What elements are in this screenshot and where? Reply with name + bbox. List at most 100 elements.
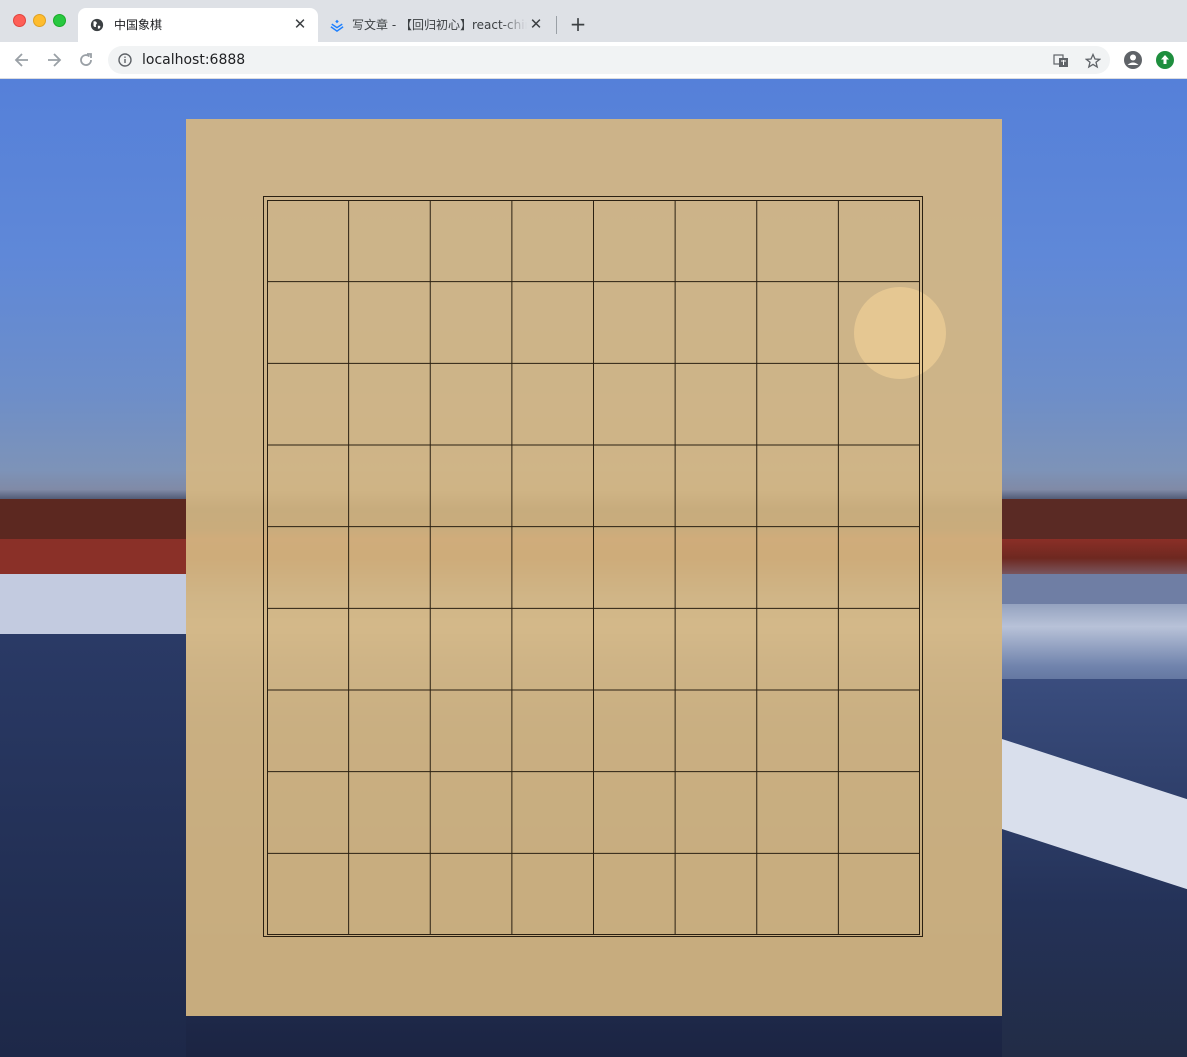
board-cell[interactable] bbox=[512, 200, 594, 282]
board-cell[interactable] bbox=[675, 282, 757, 364]
window-minimize-button[interactable] bbox=[33, 14, 46, 27]
board-cell[interactable] bbox=[838, 527, 920, 609]
board-cell[interactable] bbox=[512, 527, 594, 609]
bookmark-star-icon[interactable] bbox=[1085, 53, 1101, 69]
new-tab-button[interactable]: + bbox=[568, 14, 588, 34]
board-cell[interactable] bbox=[838, 608, 920, 690]
window-zoom-button[interactable] bbox=[53, 14, 66, 27]
board-cell[interactable] bbox=[594, 200, 676, 282]
board-cell[interactable] bbox=[512, 853, 594, 935]
board-cell[interactable] bbox=[349, 853, 431, 935]
board-cell[interactable] bbox=[757, 772, 839, 854]
board-cell[interactable] bbox=[430, 608, 512, 690]
board-cell[interactable] bbox=[594, 527, 676, 609]
board-cell[interactable] bbox=[594, 690, 676, 772]
board-cell[interactable] bbox=[838, 200, 920, 282]
board-cell[interactable] bbox=[675, 363, 757, 445]
chess-board-grid[interactable] bbox=[267, 200, 920, 935]
board-cell[interactable] bbox=[267, 363, 349, 445]
board-cell[interactable] bbox=[757, 282, 839, 364]
board-cell[interactable] bbox=[267, 200, 349, 282]
board-cell[interactable] bbox=[430, 282, 512, 364]
close-icon[interactable]: ✕ bbox=[292, 16, 308, 32]
profile-avatar-icon[interactable] bbox=[1123, 50, 1143, 70]
update-available-icon[interactable] bbox=[1155, 50, 1175, 70]
board-cell[interactable] bbox=[757, 363, 839, 445]
board-cell[interactable] bbox=[838, 282, 920, 364]
chess-board-panel bbox=[186, 119, 1002, 1016]
board-cell[interactable] bbox=[757, 690, 839, 772]
browser-toolbar: localhost:6888 bbox=[0, 42, 1187, 79]
address-text[interactable]: localhost:6888 bbox=[142, 51, 245, 69]
board-cell[interactable] bbox=[349, 527, 431, 609]
board-cell[interactable] bbox=[757, 200, 839, 282]
back-arrow-icon[interactable] bbox=[12, 50, 32, 70]
board-cell[interactable] bbox=[512, 282, 594, 364]
board-cell[interactable] bbox=[349, 772, 431, 854]
board-cell[interactable] bbox=[430, 853, 512, 935]
board-cell[interactable] bbox=[349, 200, 431, 282]
board-cell[interactable] bbox=[512, 608, 594, 690]
board-cell[interactable] bbox=[267, 853, 349, 935]
board-cell[interactable] bbox=[430, 772, 512, 854]
board-cell[interactable] bbox=[838, 363, 920, 445]
board-cell[interactable] bbox=[838, 690, 920, 772]
translate-icon[interactable] bbox=[1053, 53, 1069, 69]
tab-title: 中国象棋 bbox=[114, 18, 163, 32]
forward-arrow-icon[interactable] bbox=[44, 50, 64, 70]
tab-write-article[interactable]: 写文章 - 【回归初心】react-chinese-chess ✕ bbox=[322, 8, 554, 42]
window-close-button[interactable] bbox=[13, 14, 26, 27]
board-cell[interactable] bbox=[594, 608, 676, 690]
board-cell[interactable] bbox=[594, 282, 676, 364]
board-cell[interactable] bbox=[838, 853, 920, 935]
background-scenery bbox=[0, 574, 186, 634]
board-cell[interactable] bbox=[757, 527, 839, 609]
board-cell[interactable] bbox=[838, 772, 920, 854]
board-cell[interactable] bbox=[512, 772, 594, 854]
tab-title: 写文章 - 【回归初心】react-chinese-chess bbox=[352, 18, 527, 32]
tab-separator bbox=[556, 16, 557, 34]
board-cell[interactable] bbox=[757, 445, 839, 527]
board-cell[interactable] bbox=[675, 772, 757, 854]
board-cell[interactable] bbox=[594, 853, 676, 935]
board-cell[interactable] bbox=[675, 690, 757, 772]
board-cell[interactable] bbox=[267, 445, 349, 527]
board-cell[interactable] bbox=[349, 690, 431, 772]
board-cell[interactable] bbox=[430, 527, 512, 609]
background-scenery bbox=[0, 539, 186, 579]
reload-icon[interactable] bbox=[76, 50, 96, 70]
address-bar[interactable]: localhost:6888 bbox=[108, 46, 1110, 74]
board-cell[interactable] bbox=[430, 690, 512, 772]
board-cell[interactable] bbox=[267, 282, 349, 364]
juejin-icon bbox=[330, 19, 344, 32]
board-cell[interactable] bbox=[594, 445, 676, 527]
board-cell[interactable] bbox=[430, 363, 512, 445]
close-icon[interactable]: ✕ bbox=[528, 16, 544, 32]
board-cell[interactable] bbox=[757, 853, 839, 935]
board-cell[interactable] bbox=[838, 445, 920, 527]
board-cell[interactable] bbox=[349, 445, 431, 527]
board-cell[interactable] bbox=[512, 445, 594, 527]
board-cell[interactable] bbox=[675, 853, 757, 935]
board-cell[interactable] bbox=[349, 282, 431, 364]
board-cell[interactable] bbox=[675, 200, 757, 282]
board-cell[interactable] bbox=[267, 527, 349, 609]
board-cell[interactable] bbox=[594, 363, 676, 445]
board-cell[interactable] bbox=[267, 772, 349, 854]
board-cell[interactable] bbox=[512, 363, 594, 445]
board-cell[interactable] bbox=[512, 690, 594, 772]
info-icon[interactable] bbox=[118, 53, 132, 67]
board-cell[interactable] bbox=[267, 608, 349, 690]
background-scenery bbox=[0, 499, 186, 539]
board-cell[interactable] bbox=[349, 608, 431, 690]
board-cell[interactable] bbox=[675, 445, 757, 527]
board-cell[interactable] bbox=[757, 608, 839, 690]
board-cell[interactable] bbox=[594, 772, 676, 854]
board-cell[interactable] bbox=[675, 527, 757, 609]
board-cell[interactable] bbox=[430, 200, 512, 282]
board-cell[interactable] bbox=[349, 363, 431, 445]
board-cell[interactable] bbox=[675, 608, 757, 690]
board-cell[interactable] bbox=[430, 445, 512, 527]
board-cell[interactable] bbox=[267, 690, 349, 772]
tab-chinese-chess[interactable]: 中国象棋 ✕ bbox=[78, 8, 318, 42]
